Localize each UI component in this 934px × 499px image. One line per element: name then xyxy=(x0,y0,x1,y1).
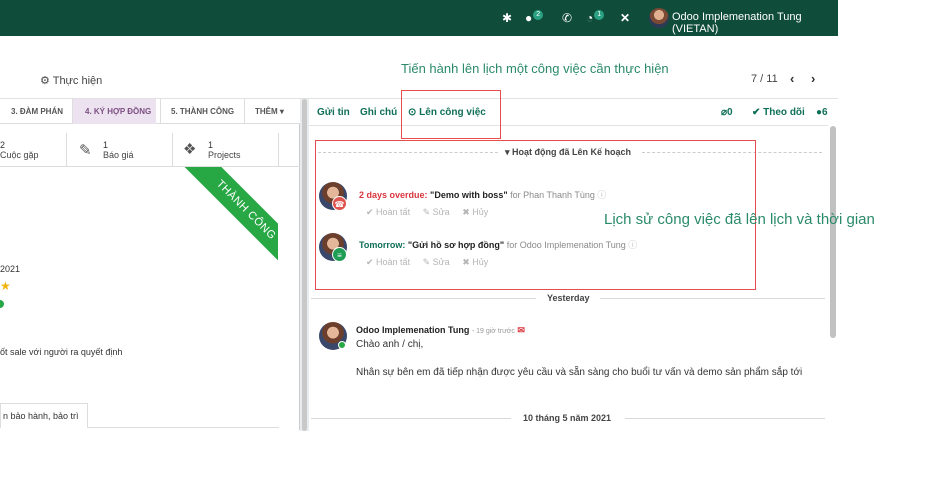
tab-underline xyxy=(88,427,279,428)
tab-warranty[interactable]: n bảo hành, bảo trì xyxy=(0,403,88,428)
smart-count: 1 xyxy=(208,140,214,150)
pager-value[interactable]: 7 / 11 xyxy=(751,73,778,85)
user-avatar[interactable] xyxy=(649,8,669,28)
smart-count: 2 xyxy=(0,140,6,150)
send-message-button[interactable]: Gửi tin xyxy=(317,107,350,118)
message-body: Nhân sự bên em đã tiếp nhận được yêu cầu… xyxy=(356,367,803,378)
date-divider-line xyxy=(311,298,536,299)
annotation-side: Lịch sử công việc đã lên lịch và thời gi… xyxy=(604,211,875,228)
date-divider-line xyxy=(311,418,511,419)
top-navbar: ✱ ● 2 ✆ ◔ 1 ✕ Odoo Implemenation Tung (VIE… xyxy=(0,0,838,36)
date-divider-line xyxy=(625,418,825,419)
stage-thanh-cong[interactable]: 5. THÀNH CÔNG xyxy=(171,99,234,124)
online-status-icon xyxy=(338,341,346,349)
user-menu[interactable]: Odoo Implemenation Tung (VIETAN) xyxy=(672,11,838,35)
attachments-button[interactable]: ⌀0 xyxy=(721,107,733,118)
smart-label: Cuộc gặp xyxy=(0,150,39,160)
log-note-button[interactable]: Ghi chú xyxy=(360,107,397,118)
follow-button[interactable]: ✔ Theo dõi xyxy=(752,107,805,118)
won-ribbon-label: THÀNH CÔNG xyxy=(180,167,278,269)
highlight-box-schedule xyxy=(401,90,501,139)
pager-previous-button[interactable]: ‹ xyxy=(790,71,794,86)
stage-more-dropdown[interactable]: THÊM ▾ xyxy=(255,99,284,124)
clock-icon[interactable]: ◔ 1 xyxy=(586,10,605,26)
stage-ky-hop-dong[interactable]: 4. KÝ HỢP ĐỒNG xyxy=(73,99,156,124)
priority-star-icon[interactable]: ★ xyxy=(0,279,11,293)
chat-count-badge: 2 xyxy=(533,10,544,20)
followers-button[interactable]: ●6 xyxy=(816,107,828,118)
date-partial: 2021 xyxy=(0,264,21,274)
envelope-icon: ✉ xyxy=(517,325,525,335)
activity-count-badge: 1 xyxy=(594,10,605,20)
smart-button-projects[interactable]: ❖ 1 Projects xyxy=(173,133,279,167)
tag-note: ốt sale với người ra quyết định xyxy=(0,347,123,357)
message-header: Odoo Implemenation Tung - 19 giờ trước ✉ xyxy=(356,325,525,336)
annotation-top: Tiến hành lên lịch một công việc cần thự… xyxy=(401,61,669,76)
date-separator-older: 10 tháng 5 năm 2021 xyxy=(523,413,612,423)
left-scrollbar[interactable] xyxy=(302,99,307,431)
attachment-count: 0 xyxy=(727,107,733,118)
pager-next-button[interactable]: › xyxy=(811,71,815,86)
action-menu[interactable]: ⚙ Thực hiện xyxy=(40,74,102,87)
tools-icon[interactable]: ✕ xyxy=(620,10,630,26)
message-greeting: Chào anh / chị, xyxy=(356,339,424,350)
cubes-icon: ❖ xyxy=(183,141,197,158)
chatter-topbar-line xyxy=(309,125,828,126)
edit-icon: ✎ xyxy=(79,142,92,159)
smart-button-quotations[interactable]: ✎ 1 Báo giá xyxy=(67,133,173,167)
smart-button-meetings[interactable]: 2 Cuộc gặp xyxy=(0,133,67,167)
chat-icon[interactable]: ● 2 xyxy=(525,10,544,26)
date-separator-yesterday: Yesterday xyxy=(547,293,590,303)
smart-count: 1 xyxy=(103,140,109,150)
stage-separator xyxy=(244,99,245,124)
stage-separator xyxy=(160,99,161,124)
stage-dam-phan[interactable]: 3. ĐÀM PHÁN xyxy=(11,99,63,124)
date-divider-line xyxy=(600,298,825,299)
won-ribbon: THÀNH CÔNG xyxy=(176,167,278,269)
phone-icon[interactable]: ✆ xyxy=(562,10,572,26)
bug-icon[interactable]: ✱ xyxy=(502,10,512,26)
stage-statusbar: 3. ĐÀM PHÁN 4. KÝ HỢP ĐỒNG 5. THÀNH CÔNG… xyxy=(0,99,300,124)
followers-count: 6 xyxy=(822,107,828,118)
message-time: - 19 giờ trước xyxy=(471,328,515,335)
smart-label: Projects xyxy=(208,150,241,160)
message-author[interactable]: Odoo Implemenation Tung xyxy=(356,325,469,335)
smart-label: Báo giá xyxy=(103,150,134,160)
chatter-scrollbar[interactable] xyxy=(830,126,836,338)
